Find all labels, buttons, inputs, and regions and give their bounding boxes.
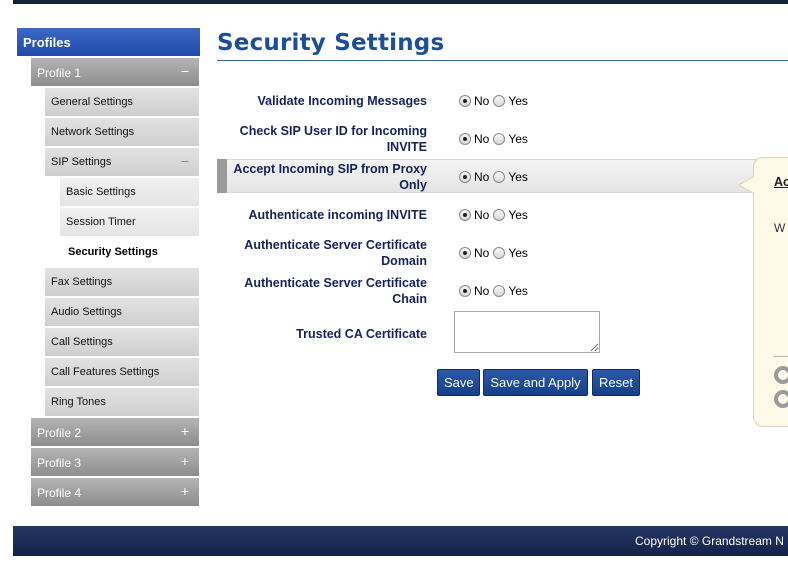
sidebar-item-label: Call Features Settings bbox=[51, 366, 160, 378]
radio-label-yes: Yes bbox=[508, 246, 528, 260]
field-label-check-sip-user-id: Check SIP User ID for Incoming INVITE bbox=[239, 124, 427, 154]
sidebar-item-label: Profile 2 bbox=[37, 426, 82, 440]
sidebar-item-label: Basic Settings bbox=[66, 186, 136, 198]
radio-no[interactable] bbox=[459, 209, 471, 221]
expand-icon[interactable]: + bbox=[181, 484, 189, 498]
top-bar bbox=[13, 0, 788, 4]
radio-yes[interactable] bbox=[493, 133, 506, 145]
sidebar-item-call-settings[interactable]: Call Settings bbox=[45, 328, 199, 356]
help-body: W ac th be th ac re als bbox=[774, 221, 788, 235]
save-and-apply-button[interactable]: Save and Apply bbox=[483, 369, 588, 396]
sidebar-item-profile-4[interactable]: Profile 4 + bbox=[31, 478, 199, 506]
field-label-authenticate-server-cert-chain: Authenticate Server Certificate Chain bbox=[244, 276, 427, 306]
sidebar: Profiles bbox=[17, 28, 200, 56]
radio-group-check-sip-user-id: No Yes bbox=[459, 132, 532, 146]
sidebar-item-ring-tones[interactable]: Ring Tones bbox=[45, 388, 199, 416]
trusted-ca-certificate-textarea[interactable] bbox=[454, 311, 600, 353]
sidebar-item-profile-3[interactable]: Profile 3 + bbox=[31, 448, 199, 476]
sidebar-item-fax-settings[interactable]: Fax Settings bbox=[45, 268, 199, 296]
radio-group-authenticate-server-cert-chain: No Yes bbox=[459, 284, 532, 298]
radio-yes[interactable] bbox=[493, 95, 506, 107]
footer-copyright: Copyright © Grandstream N bbox=[635, 534, 784, 548]
sidebar-item-session-timer[interactable]: Session Timer bbox=[60, 208, 199, 236]
sidebar-item-label: Audio Settings bbox=[51, 306, 122, 318]
expand-icon[interactable]: + bbox=[181, 454, 189, 468]
help-title: Ac Pr bbox=[774, 175, 788, 189]
sidebar-header: Profiles bbox=[17, 28, 200, 56]
reset-button[interactable]: Reset bbox=[592, 369, 640, 396]
sidebar-item-label: SIP Settings bbox=[51, 156, 112, 168]
sidebar-item-label: General Settings bbox=[51, 96, 133, 108]
field-label-authenticate-server-cert-domain: Authenticate Server Certificate Domain bbox=[244, 238, 427, 268]
sidebar-item-label: Profile 1 bbox=[37, 66, 82, 80]
radio-label-yes: Yes bbox=[508, 284, 528, 298]
field-label-authenticate-incoming-invite: Authenticate incoming INVITE bbox=[248, 208, 428, 222]
radio-yes[interactable] bbox=[493, 247, 506, 259]
radio-group-accept-incoming-sip-proxy-only: No Yes bbox=[459, 170, 532, 184]
radio-label-no: No bbox=[474, 132, 490, 146]
save-button[interactable]: Save bbox=[437, 369, 480, 396]
sidebar-item-security-settings[interactable]: Security Settings bbox=[60, 238, 199, 266]
help-prev-icon[interactable] bbox=[774, 366, 788, 384]
footer: Copyright © Grandstream N bbox=[13, 526, 788, 556]
sidebar-item-label: Call Settings bbox=[51, 336, 113, 348]
radio-label-yes: Yes bbox=[508, 170, 528, 184]
help-next-icon[interactable] bbox=[774, 390, 788, 408]
radio-no[interactable] bbox=[459, 95, 471, 107]
radio-label-no: No bbox=[474, 246, 490, 260]
collapse-icon[interactable]: − bbox=[181, 154, 189, 168]
sidebar-item-profile-1[interactable]: Profile 1 − bbox=[31, 58, 199, 86]
sidebar-item-label: Fax Settings bbox=[51, 276, 113, 288]
field-label-accept-incoming-sip-proxy-only: Accept Incoming SIP from Proxy Only bbox=[233, 162, 427, 192]
radio-label-yes: Yes bbox=[508, 208, 528, 222]
radio-group-validate-incoming-messages: No Yes bbox=[459, 94, 532, 108]
radio-no[interactable] bbox=[459, 247, 471, 259]
sidebar-item-basic-settings[interactable]: Basic Settings bbox=[60, 178, 199, 206]
radio-no[interactable] bbox=[459, 133, 471, 145]
page-title: Security Settings bbox=[217, 30, 445, 56]
radio-no[interactable] bbox=[459, 285, 471, 297]
sidebar-item-general-settings[interactable]: General Settings bbox=[45, 88, 199, 116]
sidebar-item-label: Session Timer bbox=[66, 216, 136, 228]
radio-yes[interactable] bbox=[493, 209, 506, 221]
radio-group-authenticate-server-cert-domain: No Yes bbox=[459, 246, 532, 260]
sidebar-item-label: Profile 3 bbox=[37, 456, 82, 470]
title-divider bbox=[217, 60, 788, 61]
expand-icon[interactable]: + bbox=[181, 424, 189, 438]
sidebar-item-profile-2[interactable]: Profile 2 + bbox=[31, 418, 199, 446]
sidebar-item-label: Profile 4 bbox=[37, 486, 82, 500]
radio-group-authenticate-incoming-invite: No Yes bbox=[459, 208, 532, 222]
help-divider bbox=[774, 356, 788, 357]
field-label-trusted-ca-certificate: Trusted CA Certificate bbox=[296, 327, 427, 341]
sidebar-item-call-features-settings[interactable]: Call Features Settings bbox=[45, 358, 199, 386]
radio-yes[interactable] bbox=[493, 285, 506, 297]
sidebar-item-label: Ring Tones bbox=[51, 396, 106, 408]
radio-label-no: No bbox=[474, 94, 490, 108]
radio-label-no: No bbox=[474, 170, 490, 184]
sidebar-item-audio-settings[interactable]: Audio Settings bbox=[45, 298, 199, 326]
radio-label-yes: Yes bbox=[508, 94, 528, 108]
radio-yes[interactable] bbox=[493, 171, 506, 183]
radio-label-yes: Yes bbox=[508, 132, 528, 146]
help-panel-pointer-fill bbox=[740, 177, 754, 193]
radio-label-no: No bbox=[474, 208, 490, 222]
sidebar-item-sip-settings[interactable]: SIP Settings − bbox=[45, 148, 199, 176]
help-panel: Ac Pr W ac th be th ac re als bbox=[753, 157, 788, 427]
radio-label-no: No bbox=[474, 284, 490, 298]
field-label-validate-incoming-messages: Validate Incoming Messages bbox=[257, 94, 427, 108]
collapse-icon[interactable]: − bbox=[181, 64, 189, 78]
sidebar-item-label: Security Settings bbox=[68, 246, 158, 258]
radio-no[interactable] bbox=[459, 171, 471, 183]
sidebar-item-network-settings[interactable]: Network Settings bbox=[45, 118, 199, 146]
sidebar-item-label: Network Settings bbox=[51, 126, 135, 138]
